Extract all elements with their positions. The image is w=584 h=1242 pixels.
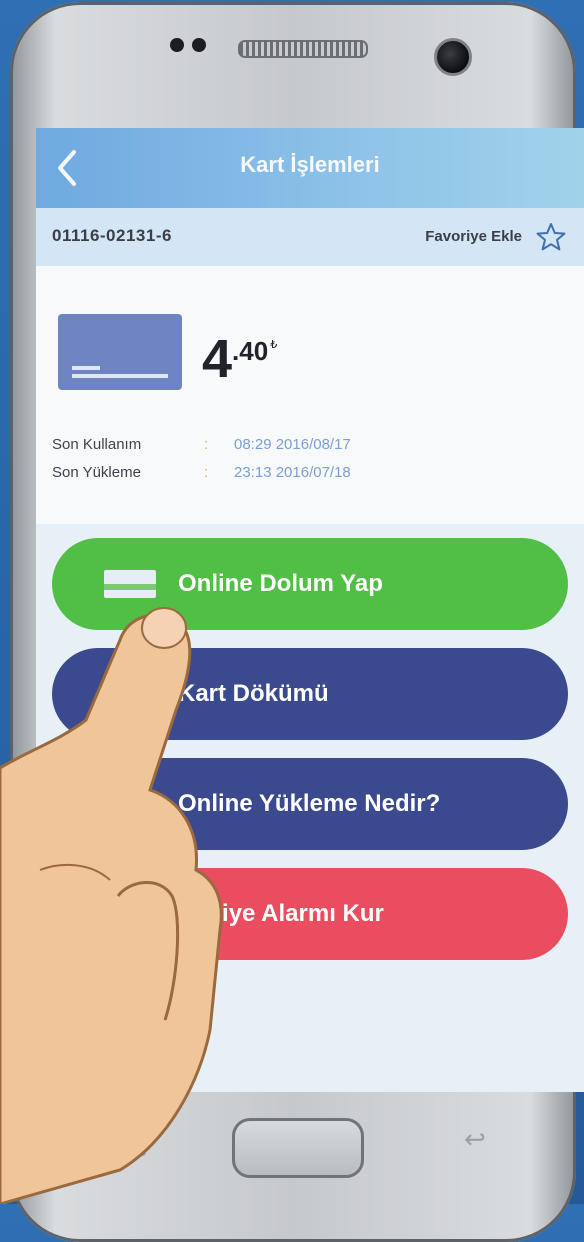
balance-alarm-button[interactable]: Bakiye Alarmı Kur [52, 868, 568, 960]
card-info-panel: 4.40 ₺ Son Kullanım: 08:29 2016/08/17 Son … [36, 266, 584, 524]
question-icon [124, 788, 154, 818]
phone-top-bezel [10, 2, 576, 122]
sensor-dot [170, 38, 184, 52]
balance-integer: 4 [202, 329, 233, 389]
currency-symbol: ₺ [270, 339, 278, 351]
last-load-row: Son Yükleme: 23:13 2016/07/18 [52, 464, 351, 481]
card-number-row: 01116-02131-6 Favoriye Ekle [36, 208, 584, 267]
button-label: Online Yükleme Nedir? [178, 790, 441, 817]
back-key-icon[interactable]: ↩ [464, 1124, 486, 1155]
last-use-label: Son Kullanım [52, 436, 142, 453]
last-use-value: 08:29 2016/08/17 [234, 436, 351, 453]
last-load-value: 23:13 2016/07/18 [234, 464, 351, 481]
home-button[interactable] [232, 1118, 364, 1178]
app-screen: Kart İşlemleri 01116-02131-6 Favoriye Ek… [36, 128, 584, 1092]
button-label: Online Dolum Yap [178, 570, 383, 597]
recent-apps-key[interactable] [106, 1122, 146, 1156]
credit-card-icon [58, 314, 182, 390]
online-loading-info-button[interactable]: Online Yükleme Nedir? [52, 758, 568, 850]
last-load-label: Son Yükleme [52, 464, 141, 481]
balance-display: 4.40 ₺ [202, 328, 277, 390]
button-label: Bakiye Alarmı Kur [178, 900, 384, 927]
star-outline-icon[interactable] [536, 222, 566, 257]
page-title: Kart İşlemleri [240, 152, 380, 177]
front-camera [434, 38, 472, 76]
card-number: 01116-02131-6 [52, 226, 172, 245]
phone-bottom-bezel: ↩ [10, 1090, 576, 1220]
phone-frame: Kart İşlemleri 01116-02131-6 Favoriye Ek… [10, 2, 584, 1242]
last-use-row: Son Kullanım: 08:29 2016/08/17 [52, 436, 351, 453]
document-icon [112, 670, 138, 712]
separator: : [204, 464, 209, 481]
credit-card-icon [104, 570, 156, 598]
separator: : [204, 436, 209, 453]
balance-decimal: .40 [232, 336, 269, 366]
sensor-dots [170, 38, 206, 52]
earpiece-speaker [238, 40, 368, 58]
bell-icon [132, 896, 158, 926]
sensor-dot [192, 38, 206, 52]
card-statement-button[interactable]: Kart Dökümü [52, 648, 568, 740]
online-topup-button[interactable]: Online Dolum Yap [52, 538, 568, 630]
add-favorite-link[interactable]: Favoriye Ekle [425, 228, 522, 245]
app-bar: Kart İşlemleri [36, 128, 584, 208]
button-label: Kart Dökümü [178, 680, 329, 707]
